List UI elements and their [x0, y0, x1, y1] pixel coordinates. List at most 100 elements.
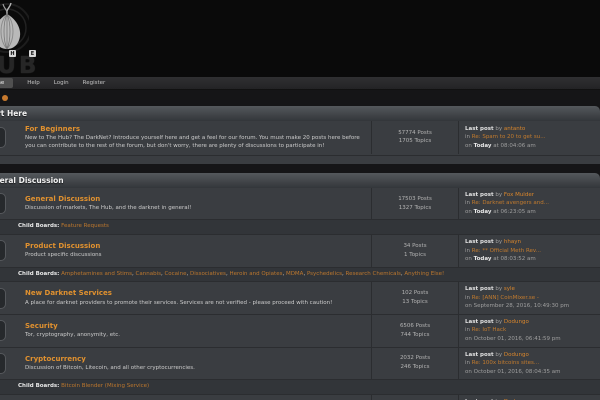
board-link[interactable]: General Discussion — [25, 195, 365, 204]
category-header[interactable]: Start Here — [0, 106, 600, 121]
board-status-icon: R — [0, 353, 6, 374]
child-board-link[interactable]: MDMA — [286, 271, 304, 277]
menu-item-login[interactable]: Login — [54, 80, 69, 86]
board-row: R Product Discussion Product specific di… — [0, 235, 600, 267]
board-posts: 6506 Posts — [400, 322, 430, 331]
logo-the-letters: T H E — [0, 50, 36, 57]
child-board-link[interactable]: Amphetamines and Stims — [61, 271, 132, 277]
board-block: R Shipping Discussion of shipping and st… — [0, 394, 600, 400]
board-description: Discussion of markets, The Hub, and the … — [25, 205, 365, 212]
board-block: R New Darknet Services A place for darkn… — [0, 281, 600, 314]
board-link[interactable]: Security — [25, 322, 365, 331]
child-board-link[interactable]: Heroin and Opiates — [229, 271, 282, 277]
menu-item-home[interactable]: Home — [0, 78, 13, 88]
last-post-user[interactable]: syle — [504, 286, 515, 292]
child-board-link[interactable]: Research Chemicals — [346, 271, 401, 277]
board-posts: 2032 Posts — [400, 354, 430, 363]
menu-item-help[interactable]: Help — [27, 80, 40, 86]
last-post-time: at 06:23:05 am — [493, 209, 535, 215]
site-logo[interactable]: T H E HUB — [0, 0, 93, 77]
board-icon-cell: R — [0, 315, 18, 347]
category-title: General Discussion — [0, 176, 64, 185]
last-post-day: Today — [474, 256, 492, 262]
child-boards-label: Child Boards: — [18, 271, 59, 277]
child-board-link[interactable]: Feature Requests — [61, 223, 109, 229]
board-stats-cell: 34 Posts 1 Topics — [371, 235, 459, 267]
last-post-line1: Last post by hhayn — [465, 238, 596, 247]
category-header[interactable]: General Discussion — [0, 173, 600, 188]
board-link[interactable]: Product Discussion — [25, 242, 365, 251]
board-row: R Security Tor, cryptography, anonymity,… — [0, 315, 600, 347]
board-status-icon: R — [0, 288, 6, 309]
last-post-subject[interactable]: Re: Spam to 20 to get su... — [472, 134, 546, 140]
on-label: on — [465, 143, 472, 149]
browser-viewport: T H E HUB Home Help Login Register Start… — [0, 0, 600, 400]
last-post-time: at 08:03:52 am — [493, 256, 535, 262]
last-post-line1: Last post by Dodungo — [465, 351, 596, 360]
last-post-subject[interactable]: Re: Darknet avengers and... — [472, 200, 549, 206]
child-board-link[interactable]: Bitcoin Blender (Mixing Service) — [61, 383, 149, 389]
on-label: on — [465, 303, 472, 309]
board-link[interactable]: New Darknet Services — [25, 289, 365, 298]
board-info-cell: New Darknet Services A place for darknet… — [18, 282, 371, 314]
child-board-link[interactable]: Dissociatives — [190, 271, 226, 277]
category-title: Start Here — [0, 109, 27, 118]
by-label: by — [495, 286, 502, 292]
last-post-line3: on Today at 06:23:05 am — [465, 208, 596, 217]
child-boards-strip: Child Boards: Bitcoin Blender (Mixing Se… — [0, 379, 600, 394]
board-link[interactable]: For Beginners — [25, 125, 365, 134]
child-board-link[interactable]: Psychedelics — [307, 271, 342, 277]
board-icon-cell: R — [0, 282, 18, 314]
last-post-label: Last post — [465, 126, 494, 132]
last-post-time: October 01, 2016, 08:04:35 am — [474, 369, 561, 375]
last-post-user[interactable]: antanto — [504, 126, 525, 132]
on-label: on — [465, 369, 472, 375]
breadcrumb-onion-icon[interactable] — [2, 95, 8, 101]
board-info-cell: Shipping Discussion of shipping and stea… — [18, 395, 371, 400]
board-index: Start Here R For Beginners New to The Hu… — [0, 106, 600, 400]
last-post-line2: in Re: 100x bitcoins sites... — [465, 359, 596, 368]
in-label: in — [465, 248, 470, 254]
in-label: in — [465, 134, 470, 140]
last-post-user[interactable]: Fox Mulder — [504, 192, 534, 198]
board-topics: 13 Topics — [402, 298, 427, 307]
in-label: in — [465, 360, 470, 366]
board-info-cell: Cryptocurrency Discussion of Bitcoin, Li… — [18, 348, 371, 380]
board-stats-cell: 57774 Posts 1705 Topics — [371, 121, 459, 154]
board-block: R General Discussion Discussion of marke… — [0, 188, 600, 234]
last-post-subject[interactable]: Re: IoT Hack — [472, 327, 506, 333]
last-post-line1: Last post by Dodungo — [465, 318, 596, 327]
menu-item-register[interactable]: Register — [83, 80, 106, 86]
category-section: Start Here R For Beginners New to The Hu… — [0, 106, 600, 164]
board-status-icon: R — [0, 127, 6, 148]
child-boards-strip: Child Boards: Feature Requests — [0, 219, 600, 234]
child-boards-list: Feature Requests — [61, 223, 109, 229]
board-row: R Cryptocurrency Discussion of Bitcoin, … — [0, 348, 600, 380]
child-board-link[interactable]: Anything Else! — [404, 271, 444, 277]
last-post-user[interactable]: Dodungo — [504, 352, 529, 358]
board-block: R Security Tor, cryptography, anonymity,… — [0, 314, 600, 347]
breadcrumb — [0, 90, 600, 106]
last-post-subject[interactable]: Re: 100x bitcoins sites... — [472, 360, 539, 366]
last-post-user[interactable]: Dodungo — [504, 319, 529, 325]
on-label: on — [465, 336, 472, 342]
category-section: General Discussion R General Discussion … — [0, 173, 600, 400]
last-post-subject[interactable]: Re: [ANN] CoinMixer.se - — [472, 295, 539, 301]
onion-logo-icon — [0, 1, 29, 53]
board-description: Discussion of Bitcoin, Litecoin, and all… — [25, 365, 365, 372]
board-icon-cell: R — [0, 188, 18, 220]
board-description: A place for darknet providers to promote… — [25, 300, 365, 307]
last-post-cell: Last post by syle in Re: [ANN] CoinMixer… — [459, 282, 600, 314]
board-icon-cell: R — [0, 235, 18, 267]
last-post-line1: Last post by Fox Mulder — [465, 191, 596, 200]
board-link[interactable]: Cryptocurrency — [25, 355, 365, 364]
last-post-user[interactable]: hhayn — [504, 239, 521, 245]
last-post-label: Last post — [465, 239, 494, 245]
child-board-link[interactable]: Cocaine — [164, 271, 186, 277]
board-icon-cell: R — [0, 395, 18, 400]
board-stats-cell: 1247 Posts 142 Topics — [371, 395, 459, 400]
board-icon-cell: R — [0, 348, 18, 380]
last-post-subject[interactable]: Re: ** Official Meth Rev... — [472, 248, 541, 254]
last-post-cell: Last post by Dodungo in Re: IoT Hack on … — [459, 315, 600, 347]
child-board-link[interactable]: Cannabis — [136, 271, 161, 277]
